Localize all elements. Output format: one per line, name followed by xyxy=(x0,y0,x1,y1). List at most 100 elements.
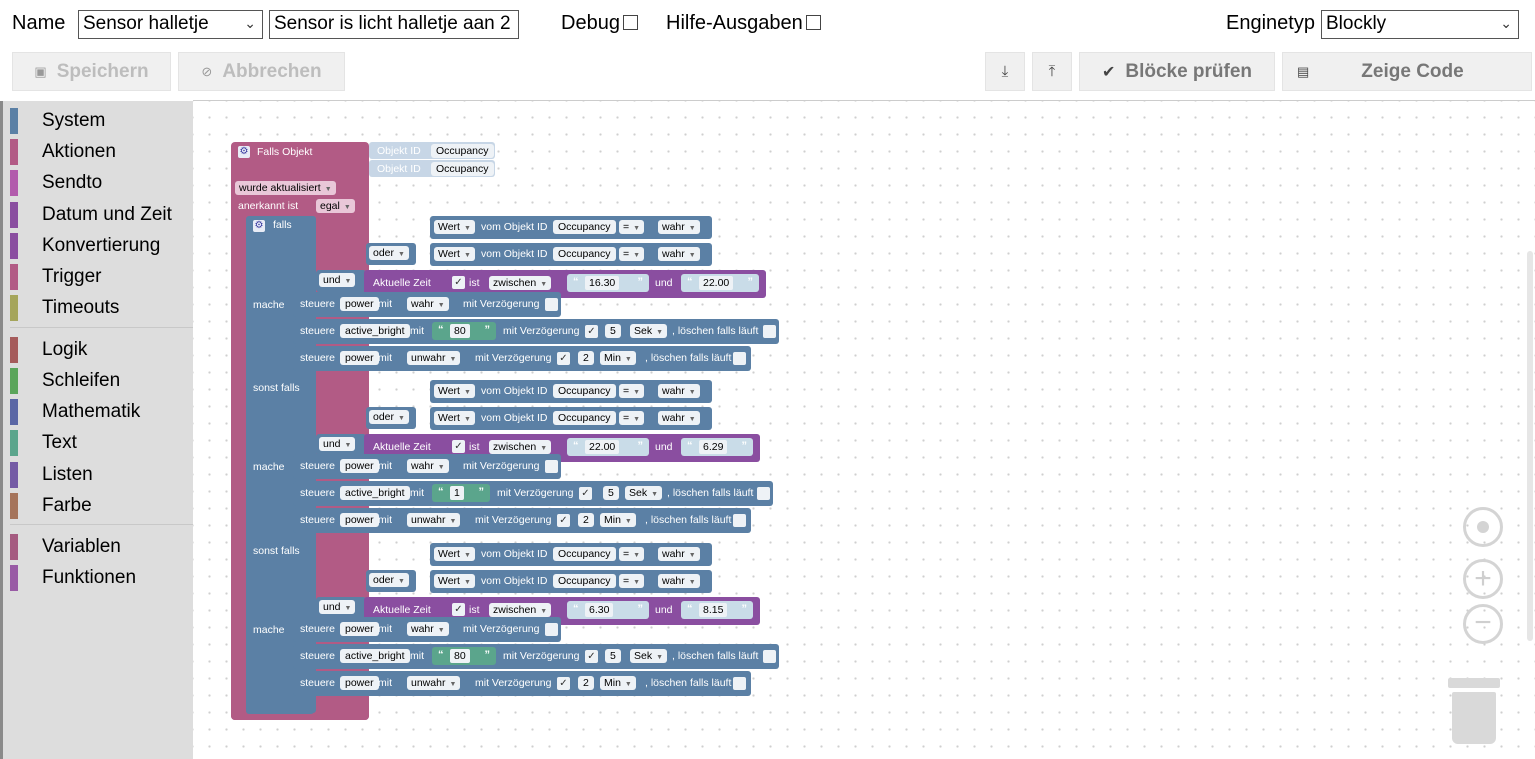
text-value[interactable]: 22.00 xyxy=(585,440,620,454)
delay-checkbox[interactable] xyxy=(545,623,558,636)
blockly-workspace[interactable]: ⚙ Falls Objekt Objekt ID Occupancy Objekt ID… xyxy=(193,101,1535,759)
text-value[interactable]: 6.29 xyxy=(699,440,728,454)
object-id-value[interactable]: Occupancy xyxy=(553,411,616,425)
operator-dropdown[interactable]: = ▼ xyxy=(619,574,645,588)
clear-running-checkbox[interactable] xyxy=(763,325,776,338)
object-id-value-2[interactable]: Occupancy xyxy=(431,162,494,176)
value-type-dropdown[interactable]: Wert ▼ xyxy=(434,247,475,261)
time-from-block[interactable]: “ 22.00 ” xyxy=(567,438,649,456)
logic-or-dropdown[interactable]: oder ▼ xyxy=(369,410,409,424)
value-type-dropdown[interactable]: Wert ▼ xyxy=(434,411,475,425)
text-value[interactable]: 22.00 xyxy=(699,276,734,290)
time-checkbox[interactable]: ✓ xyxy=(452,276,465,289)
object-id-value[interactable]: Occupancy xyxy=(553,220,616,234)
value-type-dropdown[interactable]: Wert ▼ xyxy=(434,220,475,234)
value-dropdown[interactable]: wahr ▼ xyxy=(407,297,449,311)
logic-or-dropdown[interactable]: oder ▼ xyxy=(369,246,409,260)
delay-checkbox[interactable]: ✓ xyxy=(579,487,592,500)
target-state-value[interactable]: power xyxy=(340,513,379,527)
clear-running-checkbox[interactable] xyxy=(733,677,746,690)
object-id-value[interactable]: Occupancy xyxy=(553,574,616,588)
ack-dropdown[interactable]: egal ▼ xyxy=(316,199,355,213)
operator-dropdown[interactable]: = ▼ xyxy=(619,220,645,234)
delay-checkbox[interactable]: ✓ xyxy=(557,514,570,527)
target-state-value[interactable]: power xyxy=(340,676,379,690)
text-value[interactable]: 16.30 xyxy=(585,276,620,290)
bright-value-block[interactable]: “ 1 ” xyxy=(432,484,490,502)
target-state-value[interactable]: active_bright xyxy=(340,649,410,663)
operator-dropdown[interactable]: = ▼ xyxy=(619,384,645,398)
clear-running-checkbox[interactable] xyxy=(733,514,746,527)
text-value[interactable]: 1 xyxy=(450,486,464,500)
value-type-dropdown[interactable]: Wert ▼ xyxy=(434,547,475,561)
target-state-value[interactable]: active_bright xyxy=(340,324,410,338)
object-id-value[interactable]: Occupancy xyxy=(553,384,616,398)
boolean-dropdown[interactable]: wahr ▼ xyxy=(658,384,700,398)
logic-or-dropdown[interactable]: oder ▼ xyxy=(369,573,409,587)
logic-and-dropdown[interactable]: und ▼ xyxy=(319,437,356,451)
delay-value[interactable]: 5 xyxy=(603,486,619,500)
time-to-block[interactable]: “ 8.15 ” xyxy=(681,601,753,619)
object-id-value[interactable]: Occupancy xyxy=(553,247,616,261)
delay-value[interactable]: 2 xyxy=(578,676,594,690)
target-state-value[interactable]: power xyxy=(340,297,379,311)
target-state-value[interactable]: power xyxy=(340,459,379,473)
value-dropdown[interactable]: unwahr ▼ xyxy=(407,351,461,365)
zoom-out-button[interactable]: − xyxy=(1463,604,1503,644)
time-checkbox[interactable]: ✓ xyxy=(452,440,465,453)
delay-value[interactable]: 5 xyxy=(605,649,621,663)
text-value[interactable]: 8.15 xyxy=(699,603,728,617)
time-operator-dropdown[interactable]: zwischen ▼ xyxy=(489,440,552,454)
time-to-block[interactable]: “ 22.00 ” xyxy=(681,274,759,292)
operator-dropdown[interactable]: = ▼ xyxy=(619,411,645,425)
time-from-block[interactable]: “ 6.30 ” xyxy=(567,601,649,619)
target-state-value[interactable]: power xyxy=(340,351,379,365)
target-state-value[interactable]: active_bright xyxy=(340,486,410,500)
value-dropdown[interactable]: unwahr ▼ xyxy=(407,513,461,527)
boolean-dropdown[interactable]: wahr ▼ xyxy=(658,411,700,425)
value-type-dropdown[interactable]: Wert ▼ xyxy=(434,574,475,588)
value-dropdown[interactable]: wahr ▼ xyxy=(407,622,449,636)
gear-icon[interactable]: ⚙ xyxy=(253,220,265,232)
delay-value[interactable]: 2 xyxy=(578,351,594,365)
center-workspace-button[interactable] xyxy=(1463,507,1503,547)
bright-value-block[interactable]: “ 80 ” xyxy=(432,322,496,340)
object-id-value[interactable]: Occupancy xyxy=(553,547,616,561)
value-dropdown[interactable]: unwahr ▼ xyxy=(407,676,461,690)
delay-unit-dropdown[interactable]: Min ▼ xyxy=(600,513,636,527)
delay-unit-dropdown[interactable]: Min ▼ xyxy=(600,351,636,365)
boolean-dropdown[interactable]: wahr ▼ xyxy=(658,547,700,561)
time-from-block[interactable]: “ 16.30 ” xyxy=(567,274,649,292)
workspace-scrollbar[interactable] xyxy=(1527,251,1533,641)
trigger-mode-dropdown[interactable]: wurde aktualisiert ▼ xyxy=(235,181,336,195)
delay-unit-dropdown[interactable]: Min ▼ xyxy=(600,676,636,690)
bright-value-block[interactable]: “ 80 ” xyxy=(432,647,496,665)
time-operator-dropdown[interactable]: zwischen ▼ xyxy=(489,276,552,290)
logic-and-dropdown[interactable]: und ▼ xyxy=(319,600,356,614)
boolean-dropdown[interactable]: wahr ▼ xyxy=(658,574,700,588)
delay-value[interactable]: 5 xyxy=(605,324,621,338)
clear-running-checkbox[interactable] xyxy=(757,487,770,500)
zoom-in-button[interactable]: + xyxy=(1463,559,1503,599)
value-dropdown[interactable]: wahr ▼ xyxy=(407,459,449,473)
delay-checkbox[interactable]: ✓ xyxy=(585,650,598,663)
time-checkbox[interactable]: ✓ xyxy=(452,603,465,616)
value-type-dropdown[interactable]: Wert ▼ xyxy=(434,384,475,398)
delay-checkbox[interactable]: ✓ xyxy=(557,677,570,690)
delay-value[interactable]: 2 xyxy=(578,513,594,527)
text-value[interactable]: 80 xyxy=(450,649,470,663)
boolean-dropdown[interactable]: wahr ▼ xyxy=(658,247,700,261)
object-id-value-1[interactable]: Occupancy xyxy=(431,144,494,158)
gear-icon[interactable]: ⚙ xyxy=(238,146,250,158)
delay-unit-dropdown[interactable]: Sek ▼ xyxy=(625,486,663,500)
trash-can[interactable] xyxy=(1448,676,1500,746)
boolean-dropdown[interactable]: wahr ▼ xyxy=(658,220,700,234)
operator-dropdown[interactable]: = ▼ xyxy=(619,547,645,561)
text-value[interactable]: 6.30 xyxy=(585,603,614,617)
delay-checkbox[interactable] xyxy=(545,298,558,311)
clear-running-checkbox[interactable] xyxy=(763,650,776,663)
time-operator-dropdown[interactable]: zwischen ▼ xyxy=(489,603,552,617)
logic-and-dropdown[interactable]: und ▼ xyxy=(319,273,356,287)
delay-checkbox[interactable] xyxy=(545,460,558,473)
delay-checkbox[interactable]: ✓ xyxy=(557,352,570,365)
